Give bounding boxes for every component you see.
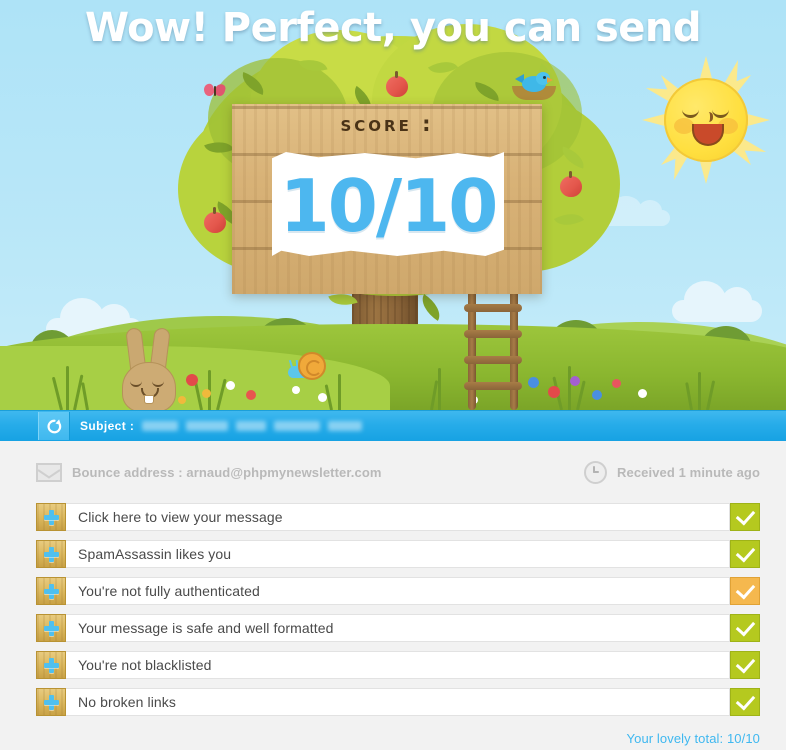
flower-icon — [318, 393, 327, 402]
ladder-icon — [456, 276, 532, 410]
score-value: 10/10 — [279, 164, 499, 248]
subject-label: Subject : — [80, 419, 135, 433]
grass-blade — [698, 372, 701, 410]
plus-icon — [43, 694, 59, 710]
check-icon — [735, 542, 755, 562]
check-icon — [735, 690, 755, 710]
check-label: You're not fully authenticated — [66, 577, 730, 605]
bounce-address-text: Bounce address : arnaud@phpmynewsletter.… — [72, 464, 382, 480]
sun-face — [664, 78, 748, 162]
bounce-address-group: Bounce address : arnaud@phpmynewsletter.… — [36, 462, 382, 482]
sun-icon — [642, 56, 770, 184]
flower-icon — [528, 377, 539, 388]
table-row[interactable]: SpamAssassin likes you — [36, 540, 760, 568]
check-label: Click here to view your message — [66, 503, 730, 531]
check-label: No broken links — [66, 688, 730, 716]
grass-blade — [66, 366, 69, 410]
plus-icon — [43, 620, 59, 636]
check-icon — [735, 653, 755, 673]
flower-icon — [592, 390, 602, 400]
status-badge[interactable] — [730, 540, 760, 568]
status-badge[interactable] — [730, 503, 760, 531]
message-meta: Bounce address : arnaud@phpmynewsletter.… — [0, 441, 786, 503]
score-board: Score : 10/10 — [232, 104, 542, 294]
refresh-button[interactable] — [38, 412, 70, 440]
expand-button[interactable] — [36, 503, 66, 531]
apple-icon — [386, 71, 408, 97]
page-title: Wow! Perfect, you can send — [84, 5, 702, 51]
status-badge[interactable] — [730, 614, 760, 642]
check-icon — [735, 505, 755, 525]
total-score-text: Your lovely total: 10/10 — [626, 731, 760, 746]
check-label: You're not blacklisted — [66, 651, 730, 679]
check-list: Click here to view your message SpamAssa… — [0, 503, 786, 716]
expand-button[interactable] — [36, 614, 66, 642]
flower-icon — [638, 389, 647, 398]
received-time-group: Received 1 minute ago — [584, 460, 760, 484]
bird-icon — [515, 72, 553, 92]
status-badge[interactable] — [730, 688, 760, 716]
hero-illustration: Score : 10/10 Wow! Perfect, you can send — [0, 0, 786, 410]
subject-bar: Subject : — [0, 410, 786, 441]
apple-icon — [560, 171, 582, 197]
check-icon — [735, 579, 755, 599]
flower-icon — [570, 376, 580, 386]
grass-blade — [568, 366, 571, 410]
flower-icon — [186, 374, 198, 386]
plus-icon — [43, 509, 59, 525]
expand-button[interactable] — [36, 577, 66, 605]
flower-icon — [548, 386, 560, 398]
expand-button[interactable] — [36, 651, 66, 679]
clock-icon — [584, 460, 608, 484]
status-badge[interactable] — [730, 577, 760, 605]
flower-icon — [246, 390, 256, 400]
check-label: Your message is safe and well formatted — [66, 614, 730, 642]
butterfly-icon — [202, 82, 227, 98]
flower-icon — [612, 379, 621, 388]
table-row[interactable]: You're not blacklisted — [36, 651, 760, 679]
snail-icon — [288, 352, 326, 380]
check-icon — [735, 616, 755, 636]
envelope-icon — [36, 462, 62, 482]
expand-button[interactable] — [36, 688, 66, 716]
flower-icon — [226, 381, 235, 390]
expand-button[interactable] — [36, 540, 66, 568]
check-label: SpamAssassin likes you — [66, 540, 730, 568]
rabbit-icon — [122, 327, 178, 410]
table-row[interactable]: Click here to view your message — [36, 503, 760, 531]
status-badge[interactable] — [730, 651, 760, 679]
plus-icon — [43, 657, 59, 673]
table-row[interactable]: No broken links — [36, 688, 760, 716]
grass-blade — [338, 374, 341, 410]
table-row[interactable]: You're not fully authenticated — [36, 577, 760, 605]
score-label: Score : — [340, 112, 434, 136]
flower-icon — [202, 389, 211, 398]
refresh-icon — [47, 418, 61, 433]
plus-icon — [43, 583, 59, 599]
flower-icon — [178, 396, 186, 404]
apple-icon — [204, 207, 226, 233]
flower-icon — [292, 386, 300, 394]
grass-blade — [438, 368, 441, 410]
received-time-text: Received 1 minute ago — [617, 464, 760, 480]
table-row[interactable]: Your message is safe and well formatted — [36, 614, 760, 642]
cloud-icon — [672, 281, 762, 322]
plus-icon — [43, 546, 59, 562]
subject-value-redacted — [142, 421, 363, 432]
